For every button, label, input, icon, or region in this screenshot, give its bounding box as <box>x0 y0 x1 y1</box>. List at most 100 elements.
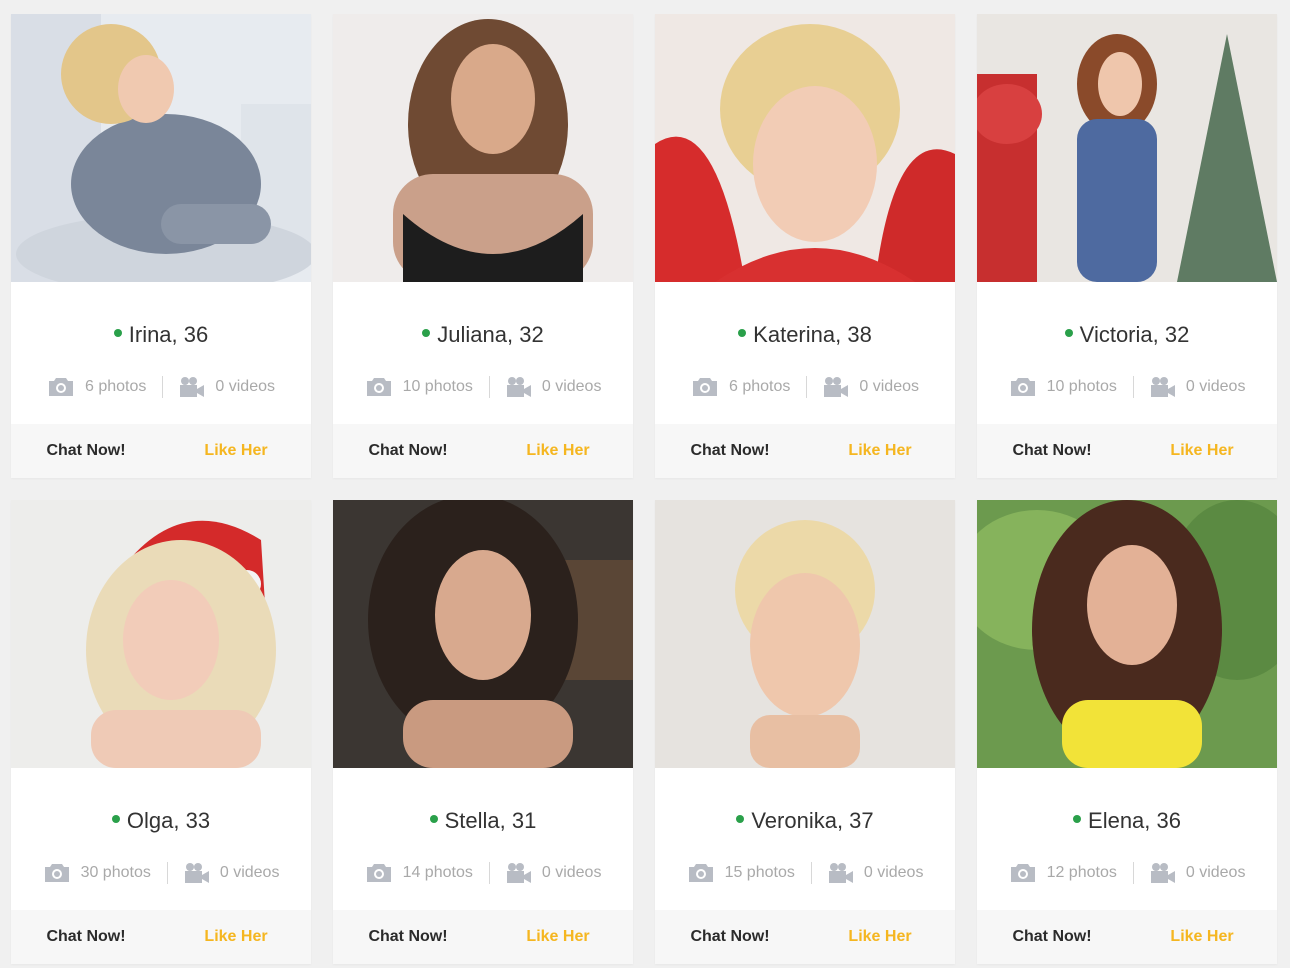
media-counts: 12 photos 0 videos <box>1009 862 1245 884</box>
card-actions: Chat Now! Like Her <box>977 424 1277 478</box>
profile-name[interactable]: Juliana, 32 <box>422 322 544 348</box>
videos-count-label: 0 videos <box>1185 378 1246 395</box>
photos-count-label: 14 photos <box>402 864 473 881</box>
card-actions: Chat Now! Like Her <box>655 424 955 478</box>
like-her-button[interactable]: Like Her <box>161 424 311 478</box>
profile-name[interactable]: Stella, 31 <box>429 808 537 834</box>
media-counts: 30 photos 0 videos <box>43 862 280 884</box>
profile-photo[interactable] <box>977 14 1277 282</box>
chat-now-button[interactable]: Chat Now! <box>333 424 483 478</box>
profile-photo[interactable] <box>655 500 955 768</box>
profile-photo[interactable] <box>11 14 311 282</box>
videos-count-label: 0 videos <box>863 864 924 881</box>
chat-now-button[interactable]: Chat Now! <box>655 424 805 478</box>
profile-name-label[interactable]: Katerina, 38 <box>753 322 872 348</box>
videos-count[interactable]: 0 videos <box>1150 862 1245 884</box>
card-actions: Chat Now! Like Her <box>11 910 311 964</box>
like-her-button[interactable]: Like Her <box>1127 424 1277 478</box>
photos-count-label: 30 photos <box>80 864 151 881</box>
camera-icon <box>366 378 391 396</box>
chat-now-button[interactable]: Chat Now! <box>333 910 483 964</box>
online-status-dot <box>736 815 745 823</box>
photos-count[interactable]: 15 photos <box>687 862 795 884</box>
photos-count-label: 10 photos <box>1046 378 1117 395</box>
divider <box>488 862 490 884</box>
divider <box>810 862 812 884</box>
profile-name-label[interactable]: Victoria, 32 <box>1080 322 1190 348</box>
profile-photo[interactable] <box>333 500 633 768</box>
profile-card: Olga, 33 30 photos 0 videos Chat Now! Li… <box>11 500 311 964</box>
profile-name-label[interactable]: Stella, 31 <box>445 808 537 834</box>
online-status-dot <box>422 329 431 337</box>
divider <box>166 862 168 884</box>
chat-now-button[interactable]: Chat Now! <box>977 424 1127 478</box>
card-actions: Chat Now! Like Her <box>11 424 311 478</box>
chat-now-button[interactable]: Chat Now! <box>977 910 1127 964</box>
media-counts: 6 photos 0 videos <box>691 376 919 398</box>
like-her-button[interactable]: Like Her <box>1127 910 1277 964</box>
photos-count[interactable]: 10 photos <box>365 376 473 398</box>
profile-name-label[interactable]: Veronika, 37 <box>751 808 873 834</box>
media-counts: 10 photos 0 videos <box>365 376 601 398</box>
profile-card: Katerina, 38 6 photos 0 videos Chat Now!… <box>655 14 955 478</box>
like-her-button[interactable]: Like Her <box>483 910 633 964</box>
online-status-dot <box>429 815 438 823</box>
profile-name[interactable]: Victoria, 32 <box>1064 322 1190 348</box>
video-camera-icon <box>506 863 531 883</box>
profile-photo[interactable] <box>655 14 955 282</box>
camera-icon <box>688 864 713 882</box>
photos-count[interactable]: 10 photos <box>1009 376 1117 398</box>
like-her-button[interactable]: Like Her <box>805 910 955 964</box>
card-actions: Chat Now! Like Her <box>977 910 1277 964</box>
photos-count[interactable]: 12 photos <box>1009 862 1117 884</box>
photos-count[interactable]: 14 photos <box>365 862 473 884</box>
profile-name[interactable]: Olga, 33 <box>111 808 210 834</box>
photos-count[interactable]: 6 photos <box>691 376 790 398</box>
videos-count[interactable]: 0 videos <box>506 862 602 884</box>
video-camera-icon <box>180 377 205 397</box>
videos-count[interactable]: 0 videos <box>1150 376 1246 398</box>
videos-count-label: 0 videos <box>541 864 602 881</box>
like-her-button[interactable]: Like Her <box>483 424 633 478</box>
profile-name-label[interactable]: Olga, 33 <box>127 808 210 834</box>
profile-name[interactable]: Veronika, 37 <box>736 808 874 834</box>
profile-photo[interactable] <box>333 14 633 282</box>
profile-name-label[interactable]: Elena, 36 <box>1088 808 1181 834</box>
videos-count[interactable]: 0 videos <box>184 862 280 884</box>
divider <box>806 376 808 398</box>
like-her-button[interactable]: Like Her <box>805 424 955 478</box>
divider <box>488 376 490 398</box>
media-counts: 6 photos 0 videos <box>47 376 275 398</box>
videos-count[interactable]: 0 videos <box>828 862 924 884</box>
media-counts: 14 photos 0 videos <box>365 862 602 884</box>
profile-name[interactable]: Katerina, 38 <box>738 322 872 348</box>
photos-count-label: 6 photos <box>85 378 147 395</box>
profile-photo[interactable] <box>977 500 1277 768</box>
videos-count[interactable]: 0 videos <box>179 376 275 398</box>
photos-count[interactable]: 6 photos <box>47 376 146 398</box>
video-camera-icon <box>824 377 849 397</box>
camera-icon <box>1010 864 1035 882</box>
chat-now-button[interactable]: Chat Now! <box>655 910 805 964</box>
profile-name[interactable]: Elena, 36 <box>1073 808 1181 834</box>
videos-count-label: 0 videos <box>215 378 275 395</box>
divider <box>1132 376 1134 398</box>
media-counts: 15 photos 0 videos <box>687 862 924 884</box>
chat-now-button[interactable]: Chat Now! <box>11 910 161 964</box>
camera-icon <box>366 864 391 882</box>
videos-count[interactable]: 0 videos <box>506 376 601 398</box>
profile-name[interactable]: Irina, 36 <box>113 322 209 348</box>
profile-photo[interactable] <box>11 500 311 768</box>
online-status-dot <box>738 329 747 337</box>
chat-now-button[interactable]: Chat Now! <box>11 424 161 478</box>
like-her-button[interactable]: Like Her <box>161 910 311 964</box>
card-actions: Chat Now! Like Her <box>333 424 633 478</box>
media-counts: 10 photos 0 videos <box>1009 376 1246 398</box>
profile-name-label[interactable]: Irina, 36 <box>129 322 209 348</box>
photos-count[interactable]: 30 photos <box>43 862 151 884</box>
videos-count-label: 0 videos <box>219 864 280 881</box>
videos-count[interactable]: 0 videos <box>823 376 919 398</box>
profile-name-label[interactable]: Juliana, 32 <box>437 322 543 348</box>
camera-icon <box>1010 378 1035 396</box>
video-camera-icon <box>184 863 209 883</box>
